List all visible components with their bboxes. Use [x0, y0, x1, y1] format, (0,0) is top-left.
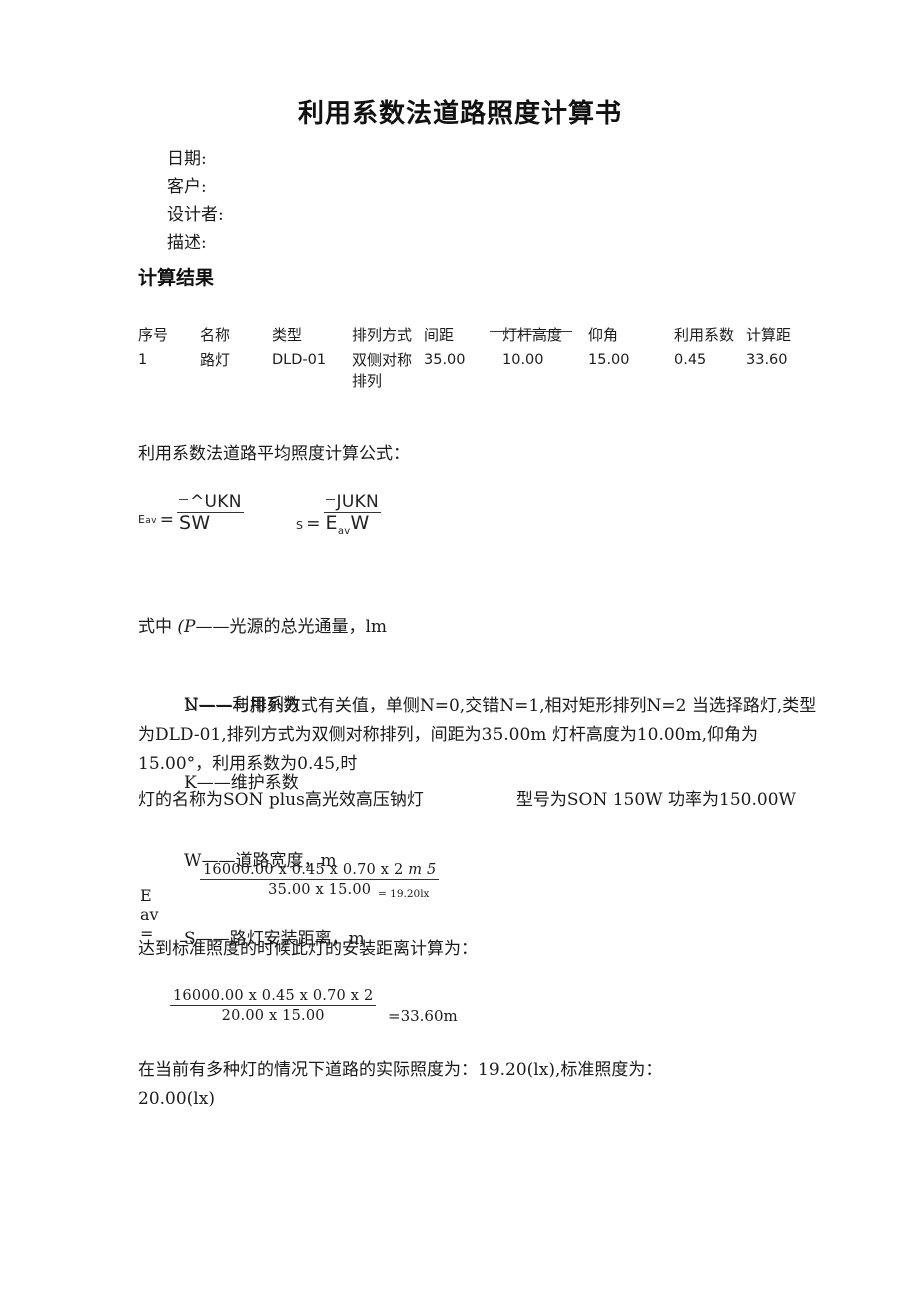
meta-field-description: 描述:	[167, 233, 207, 253]
table-row: 1 路灯 DLD-01 双侧对称排列 35.00 10.00 15.00 0.4…	[138, 348, 818, 394]
meta-field-date: 日期:	[167, 149, 207, 169]
formula-average-illuminance: Eav = ^UKN SW	[138, 494, 244, 533]
cell-utilization: 0.45	[674, 352, 707, 368]
cell-name: 路灯	[200, 351, 231, 369]
formula-s-lhs: S	[296, 518, 304, 532]
section-heading-results: 计算结果	[138, 267, 215, 289]
col-header-calc-distance: 计算距	[746, 326, 792, 344]
col-header-arrangement: 排列方式	[352, 326, 413, 344]
cell-arrangement: 双侧对称排列	[352, 351, 413, 390]
formula-eav-denominator: SW	[178, 512, 211, 534]
col-header-name: 名称	[200, 326, 231, 344]
col-header-utilization: 利用系数	[674, 326, 735, 344]
document-meta-fields: 日期: 客户: 设计者: 描述:	[167, 145, 224, 257]
variable-item-n: N——与排列方式有关值，单侧N=0,交错N=1,相对矩形排列N=2	[184, 696, 687, 716]
formula-s-fraction: JUKN EavW	[323, 494, 382, 537]
conclusion-line-2: 20.00(lx)	[138, 1089, 215, 1109]
description-paragraph: N——与排列方式有关值，单侧N=0,交错N=1,相对矩形排列N=2 当选择路灯,…	[138, 696, 817, 774]
results-table: 序号 名称 类型 排列方式 间距 灯杆高度 仰角 利用系数 计算距 1 路灯 D…	[138, 325, 818, 394]
cell-tilt-angle: 15.00	[588, 352, 630, 368]
leading-dash-icon	[178, 499, 188, 500]
calc-distance-fraction: 16000.00 x 0.45 x 0.70 x 2 20.00 x 15.00	[170, 988, 377, 1024]
page-title: 利用系数法道路照度计算书	[297, 99, 622, 129]
formula-s-denominator: EavW	[325, 512, 370, 537]
variable-item-phi: 式中 (P——光源的总光通量，lm	[138, 617, 388, 637]
col-header-spacing: 间距	[424, 326, 455, 344]
formula-s-numerator: JUKN	[323, 494, 382, 513]
document-page: 利用系数法道路照度计算书 日期: 客户: 设计者: 描述: 计算结果 序号 名称…	[0, 0, 920, 1302]
calc-distance-numerator: 16000.00 x 0.45 x 0.70 x 2	[170, 988, 377, 1006]
col-header-no: 序号	[138, 326, 169, 344]
calc-eav-result: = 19.20lx	[378, 888, 430, 900]
lamp-name-label: 灯的名称为SON plus高光效高压钠灯	[138, 790, 424, 810]
col-header-type: 类型	[272, 326, 303, 344]
formula-eav-numerator: ^UKN	[176, 494, 244, 513]
results-table-wrapper: 序号 名称 类型 排列方式 间距 灯杆高度 仰角 利用系数 计算距 1 路灯 D…	[138, 325, 818, 394]
cell-spacing: 35.00	[424, 352, 466, 368]
formula-s-equals: =	[306, 513, 321, 534]
calc-distance-denominator: 20.00 x 15.00	[221, 1008, 325, 1024]
formula-eav-equals: =	[159, 510, 174, 530]
conclusion-line-1: 在当前有多种灯的情况下道路的实际照度为：19.20(lx),标准照度为：	[138, 1060, 663, 1080]
meta-field-client: 客户:	[167, 177, 207, 197]
meta-field-designer: 设计者:	[167, 205, 224, 225]
cell-calc-distance: 33.60	[746, 352, 788, 368]
cell-no: 1	[138, 352, 148, 368]
formula-eav-lhs: Eav	[138, 513, 157, 526]
table-header-row: 序号 名称 类型 排列方式 间距 灯杆高度 仰角 利用系数 计算距	[138, 325, 818, 348]
leading-dash-icon	[325, 499, 335, 500]
lamp-model-label: 型号为SON 150W 功率为150.00W	[515, 790, 797, 810]
calc-eav-numerator: 16000.00 x 0.45 x 0.70 x 2 m 5	[200, 862, 440, 880]
cell-pole-height: 10.00	[502, 352, 544, 368]
calc-distance-result: =33.60m	[388, 1007, 458, 1025]
formula-intro-text: 利用系数法道路平均照度计算公式：	[138, 444, 410, 464]
col-header-pole-height: 灯杆高度	[502, 326, 563, 344]
formula-spacing: S = JUKN EavW	[296, 494, 382, 537]
col-header-tilt-angle: 仰角	[588, 326, 619, 344]
lamp-info-block: 灯的名称为SON plus高光效高压钠灯 型号为SON 150W 功率为150.0…	[138, 786, 818, 815]
cell-type: DLD-01	[272, 352, 327, 368]
formula-eav-fraction: ^UKN SW	[176, 494, 244, 534]
calc-distance-intro: 达到标准照度的时候此灯的安装距离计算为：	[138, 939, 478, 959]
formula-row: Eav = ^UKN SW S = JUKN EavW	[138, 494, 558, 544]
